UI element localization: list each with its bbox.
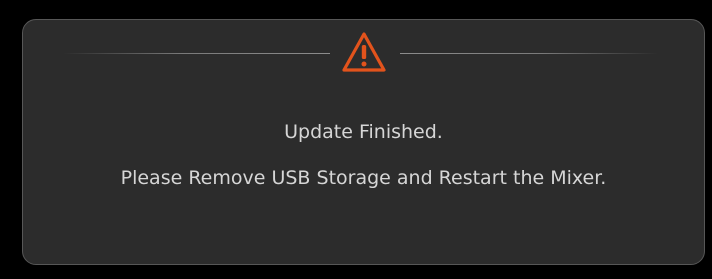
divider-right bbox=[400, 53, 658, 54]
dialog-message: Please Remove USB Storage and Restart th… bbox=[120, 167, 607, 189]
dialog-title: Update Finished. bbox=[284, 121, 443, 143]
update-finished-dialog: Update Finished. Please Remove USB Stora… bbox=[22, 19, 705, 265]
warning-triangle-icon bbox=[342, 32, 386, 72]
divider-left bbox=[63, 53, 330, 54]
